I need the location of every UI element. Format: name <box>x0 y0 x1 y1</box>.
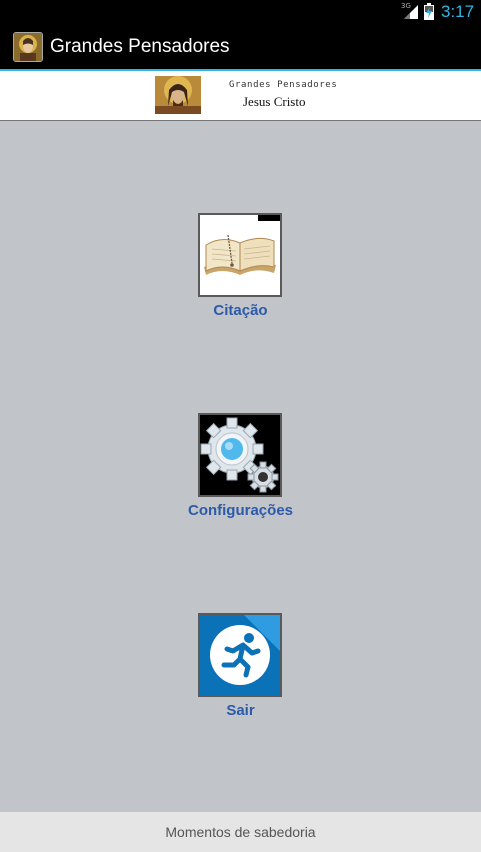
settings-button[interactable] <box>198 413 282 497</box>
jesus-portrait-image <box>155 76 201 114</box>
portrait-icon <box>14 33 42 61</box>
header-banner: Grandes Pensadores Jesus Cristo <box>0 71 481 121</box>
battery-icon <box>424 3 434 20</box>
settings-label[interactable]: Configurações <box>0 502 481 519</box>
banner-name: Jesus Cristo <box>243 94 306 109</box>
exit-label[interactable]: Sair <box>0 702 481 719</box>
book-icon <box>200 215 280 295</box>
action-bar: Grandes Pensadores <box>0 24 481 69</box>
quote-label[interactable]: Citação <box>0 302 481 319</box>
clock: 3:17 <box>441 2 475 21</box>
running-man-icon <box>200 615 280 695</box>
status-bar: 3G 3:17 <box>0 0 481 24</box>
app-title: Grandes Pensadores <box>50 36 230 57</box>
footer: Momentos de sabedoria <box>0 812 481 852</box>
signal-icon <box>404 5 418 19</box>
quote-button[interactable] <box>198 213 282 297</box>
gears-icon <box>200 415 280 495</box>
app-icon[interactable] <box>13 32 43 62</box>
banner-title: Grandes Pensadores <box>229 80 338 90</box>
footer-text: Momentos de sabedoria <box>165 824 316 840</box>
exit-button[interactable] <box>198 613 282 697</box>
